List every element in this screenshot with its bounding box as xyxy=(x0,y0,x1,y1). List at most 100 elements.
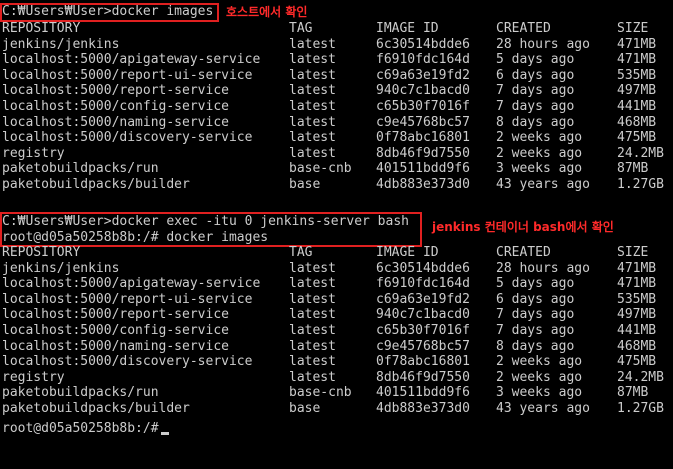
cell-repository: localhost:5000/report-ui-service xyxy=(2,67,253,83)
cell-tag: latest xyxy=(289,67,336,83)
cell-repository: localhost:5000/report-service xyxy=(2,307,229,323)
cell-image-id: 0f78abc16801 xyxy=(376,130,470,146)
cell-image-id: c69a63e19fd2 xyxy=(376,67,470,83)
cell-created: 8 days ago xyxy=(496,114,575,130)
cell-tag: base xyxy=(289,401,321,416)
cell-size: 471MB xyxy=(617,276,657,292)
cell-tag: base xyxy=(289,177,321,192)
cell-tag: latest xyxy=(289,114,336,130)
cell-repository: localhost:5000/report-service xyxy=(2,83,229,99)
cell-size: 535MB xyxy=(617,67,657,83)
annotation-container: jenkins 컨테이너 bash에서 확인 xyxy=(432,220,614,234)
column-header-tag: TAG xyxy=(289,245,313,260)
cell-size: 535MB xyxy=(617,291,657,307)
cell-size: 1.27GB xyxy=(617,177,664,192)
cell-tag: latest xyxy=(289,99,336,114)
cell-image-id: c69a63e19fd2 xyxy=(376,291,470,307)
terminal-window[interactable]: C:₩Users₩User>docker images 호스트에서 확인 REP… xyxy=(0,0,673,437)
cell-size: 87MB xyxy=(617,161,649,177)
cell-created: 7 days ago xyxy=(496,83,575,99)
cell-tag: latest xyxy=(289,145,336,161)
cell-image-id: 8db46f9d7550 xyxy=(376,145,470,161)
cell-size: 441MB xyxy=(617,323,657,338)
column-header-tag: TAG xyxy=(289,21,313,36)
cell-tag: base-cnb xyxy=(289,161,352,177)
cell-image-id: 401511bdd9f6 xyxy=(376,161,470,177)
cell-image-id: 401511bdd9f6 xyxy=(376,385,470,401)
cell-tag: latest xyxy=(289,276,336,292)
cell-size: 468MB xyxy=(617,114,657,130)
cell-tag: latest xyxy=(289,260,336,276)
cell-image-id: c65b30f7016f xyxy=(376,323,470,338)
cell-repository: registry xyxy=(2,369,65,385)
cell-created: 5 days ago xyxy=(496,52,575,68)
cell-size: 1.27GB xyxy=(617,401,664,416)
highlight-box-host-command xyxy=(0,3,219,22)
cell-repository: registry xyxy=(2,145,65,161)
cell-image-id: 0f78abc16801 xyxy=(376,354,470,370)
cell-size: 497MB xyxy=(617,307,657,323)
cell-created: 7 days ago xyxy=(496,99,575,114)
cell-tag: latest xyxy=(289,323,336,338)
cell-tag: latest xyxy=(289,369,336,385)
highlight-box-container-command xyxy=(0,212,422,247)
cell-size: 24.2MB xyxy=(617,369,664,385)
column-header-repository: REPOSITORY xyxy=(2,245,81,260)
cell-repository: localhost:5000/discovery-service xyxy=(2,130,253,146)
cell-image-id: 6c30514bdde6 xyxy=(376,36,470,52)
cell-created: 7 days ago xyxy=(496,307,575,323)
cell-tag: base-cnb xyxy=(289,385,352,401)
cell-tag: latest xyxy=(289,338,336,354)
cell-image-id: c65b30f7016f xyxy=(376,99,470,114)
cell-tag: latest xyxy=(289,291,336,307)
shell-prompt-line[interactable]: root@d05a50258b8b:/# xyxy=(0,421,169,437)
cell-tag: latest xyxy=(289,52,336,68)
shell-prompt: root@d05a50258b8b:/# xyxy=(2,421,159,436)
cell-tag: latest xyxy=(289,354,336,370)
cell-repository: paketobuildpacks/builder xyxy=(2,177,190,192)
cell-size: 471MB xyxy=(617,52,657,68)
cell-repository: jenkins/jenkins xyxy=(2,260,120,276)
cell-created: 6 days ago xyxy=(496,67,575,83)
column-header-size: SIZE xyxy=(617,245,649,260)
cell-image-id: c9e45768bc57 xyxy=(376,338,470,354)
column-header-image-id: IMAGE ID xyxy=(376,245,439,260)
cell-created: 6 days ago xyxy=(496,291,575,307)
cell-image-id: c9e45768bc57 xyxy=(376,114,470,130)
cell-created: 28 hours ago xyxy=(496,36,590,52)
cell-size: 441MB xyxy=(617,99,657,114)
cell-image-id: 940c7c1bacd0 xyxy=(376,307,470,323)
column-header-created: CREATED xyxy=(496,245,551,260)
cell-image-id: 4db883e373d0 xyxy=(376,401,470,416)
cell-tag: latest xyxy=(289,83,336,99)
cell-created: 43 years ago xyxy=(496,401,590,416)
cell-created: 2 weeks ago xyxy=(496,130,583,146)
cell-created: 43 years ago xyxy=(496,177,590,192)
cell-tag: latest xyxy=(289,130,336,146)
cell-image-id: 4db883e373d0 xyxy=(376,177,470,192)
text-cursor xyxy=(160,432,169,435)
cell-created: 28 hours ago xyxy=(496,260,590,276)
cell-image-id: 8db46f9d7550 xyxy=(376,369,470,385)
column-header-size: SIZE xyxy=(617,21,649,36)
cell-repository: localhost:5000/naming-service xyxy=(2,114,229,130)
cell-repository: paketobuildpacks/builder xyxy=(2,401,190,416)
cell-created: 2 weeks ago xyxy=(496,145,583,161)
cell-repository: paketobuildpacks/run xyxy=(2,385,159,401)
cell-size: 24.2MB xyxy=(617,145,664,161)
column-header-created: CREATED xyxy=(496,21,551,36)
cell-repository: jenkins/jenkins xyxy=(2,36,120,52)
cell-size: 475MB xyxy=(617,354,657,370)
cell-created: 5 days ago xyxy=(496,276,575,292)
cell-repository: localhost:5000/config-service xyxy=(2,323,229,338)
cell-tag: latest xyxy=(289,36,336,52)
column-header-repository: REPOSITORY xyxy=(2,21,81,36)
cell-created: 2 weeks ago xyxy=(496,369,583,385)
cell-repository: localhost:5000/config-service xyxy=(2,99,229,114)
cell-repository: paketobuildpacks/run xyxy=(2,161,159,177)
cell-repository: localhost:5000/apigateway-service xyxy=(2,276,261,292)
cell-created: 7 days ago xyxy=(496,323,575,338)
cell-image-id: f6910fdc164d xyxy=(376,52,470,68)
cell-repository: localhost:5000/discovery-service xyxy=(2,354,253,370)
cell-created: 3 weeks ago xyxy=(496,161,583,177)
